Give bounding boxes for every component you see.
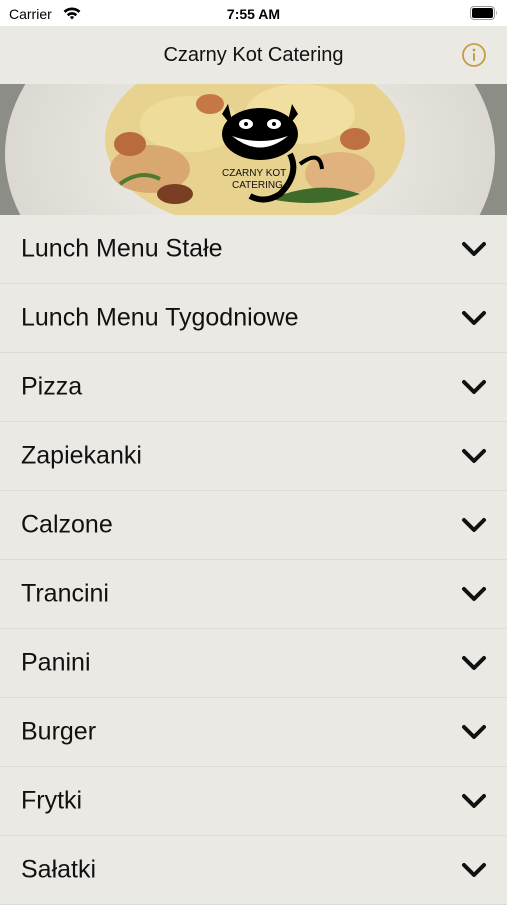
chevron-down-icon[interactable]	[461, 723, 487, 741]
menu-item-label: Panini	[21, 648, 91, 677]
chevron-down-icon[interactable]	[461, 309, 487, 327]
status-bar: Carrier 7:55 AM	[0, 0, 507, 26]
chevron-down-icon[interactable]	[461, 240, 487, 258]
menu-item-label: Sałatki	[21, 855, 97, 884]
menu-item[interactable]: Burger	[0, 698, 507, 767]
menu-list: Lunch Menu Stałe Lunch Menu Tygodniowe Piz…	[0, 215, 507, 905]
chevron-down-icon[interactable]	[461, 585, 487, 603]
menu-item[interactable]: Pizza	[0, 353, 507, 422]
logo-text-line1: CZARNY KOT	[222, 168, 286, 179]
menu-item-label: Trancini	[21, 579, 109, 608]
menu-item-label: Calzone	[21, 510, 113, 539]
menu-item-label: Lunch Menu Stałe	[21, 234, 223, 263]
menu-item[interactable]: Lunch Menu Stałe	[0, 215, 507, 284]
hero-banner: CZARNY KOT CATERING	[0, 84, 507, 215]
menu-item[interactable]: Frytki	[0, 767, 507, 836]
page-title: Czarny Kot Catering	[163, 44, 344, 66]
menu-item[interactable]: Zapiekanki	[0, 422, 507, 491]
menu-item[interactable]: Sałatki	[0, 836, 507, 905]
status-clock: 7:55 AM	[226, 6, 281, 22]
chevron-down-icon[interactable]	[461, 447, 487, 465]
menu-item[interactable]: Lunch Menu Tygodniowe	[0, 284, 507, 353]
chevron-down-icon[interactable]	[461, 516, 487, 534]
chevron-down-icon[interactable]	[461, 792, 487, 810]
menu-item-label: Pizza	[21, 372, 83, 401]
menu-item-label: Lunch Menu Tygodniowe	[21, 303, 299, 332]
menu-item-label: Zapiekanki	[21, 441, 142, 470]
info-circle-icon[interactable]	[461, 42, 487, 68]
menu-item[interactable]: Calzone	[0, 491, 507, 560]
logo-text-line2: CATERING	[232, 180, 283, 191]
menu-item-label: Frytki	[21, 786, 83, 815]
battery-icon	[470, 6, 497, 20]
menu-item-label: Burger	[21, 717, 97, 746]
chevron-down-icon[interactable]	[461, 378, 487, 396]
menu-item[interactable]: Panini	[0, 629, 507, 698]
menu-item[interactable]: Trancini	[0, 560, 507, 629]
chevron-down-icon[interactable]	[461, 654, 487, 672]
food-photo: CZARNY KOT CATERING	[0, 84, 507, 215]
chevron-down-icon[interactable]	[461, 861, 487, 879]
navigation-bar: Czarny Kot Catering	[0, 26, 507, 85]
